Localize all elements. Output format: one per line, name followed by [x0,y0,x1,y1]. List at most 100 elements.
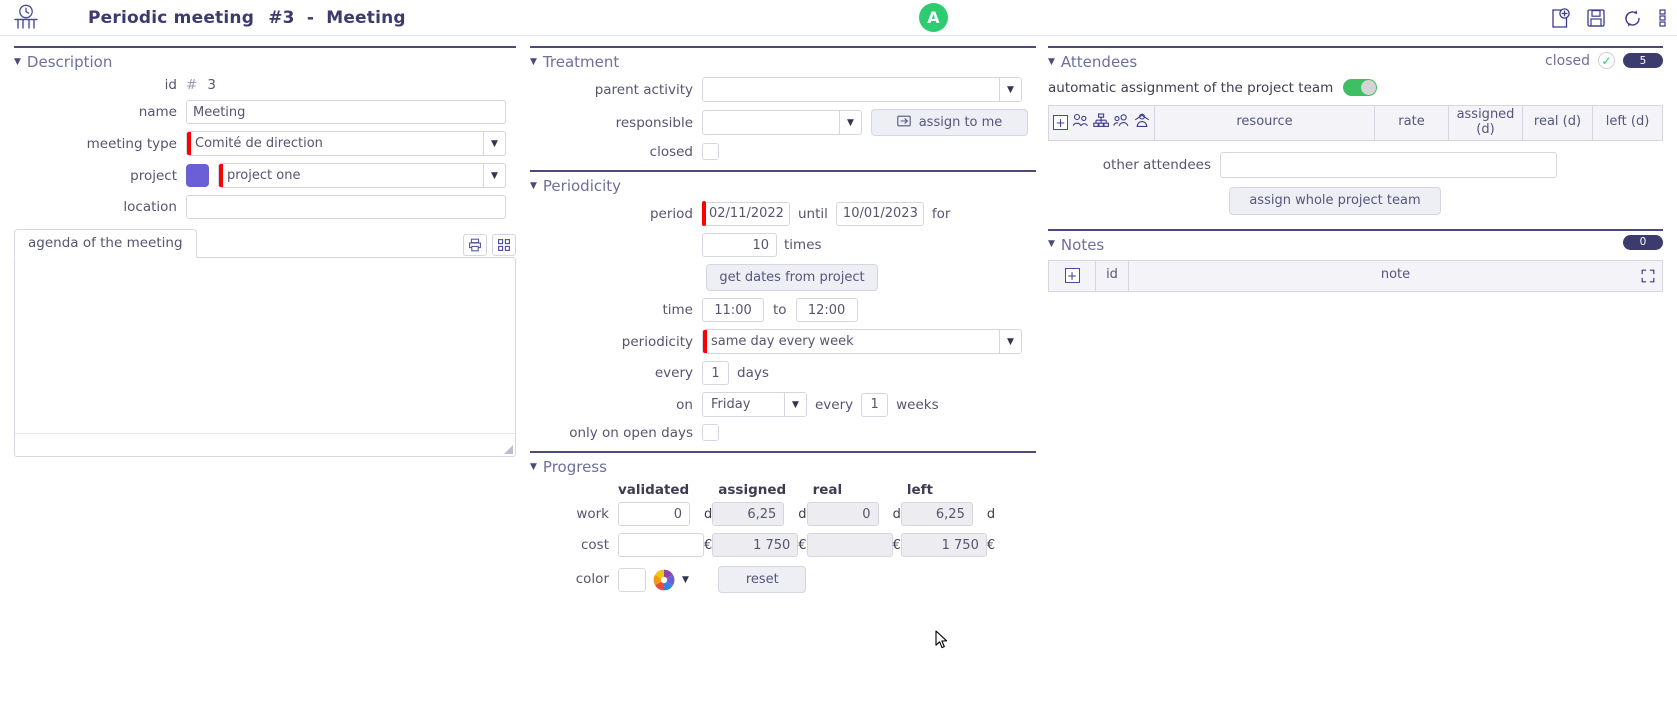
users-group-icon[interactable] [1072,113,1089,133]
field-row-id: id # 3 [14,77,516,93]
notes-table: + id note [1048,259,1663,292]
color-label: color [575,570,609,587]
times-input[interactable] [702,233,777,257]
notes-add-cell: + [1048,259,1096,292]
project-select[interactable]: project one ▼ [218,163,506,188]
avatar[interactable]: A [919,3,948,32]
section-title: Attendees [1060,53,1138,71]
new-document-icon[interactable] [1550,7,1570,29]
color-input[interactable] [618,567,646,592]
resource-crane-icon[interactable] [1134,113,1150,133]
on-day-value: Friday [711,397,751,412]
section-header-notes[interactable]: ▼ Notes 0 [1048,231,1663,260]
meeting-type-select[interactable]: Comité de direction ▼ [186,131,506,156]
collapse-caret-icon[interactable]: ▼ [530,57,537,67]
time-label: time [662,302,693,318]
more-menu-icon[interactable] [1659,8,1667,28]
section-header-treatment[interactable]: ▼ Treatment [530,48,1036,77]
cost-assigned-input [712,533,799,557]
field-row-parent-activity: parent activity ▼ [530,77,1036,102]
field-row-open-days: only on open days [530,424,1036,441]
chevron-down-icon[interactable]: ▼ [784,393,806,416]
assign-whole-project-team-button[interactable]: assign whole project team [1229,186,1441,215]
periodicity-label: periodicity [621,333,693,350]
time-from-input[interactable] [702,298,764,322]
section-header-attendees[interactable]: ▼ Attendees closed ✓ 5 [1048,48,1663,77]
work-real-input [806,502,879,526]
refresh-icon[interactable] [1622,8,1643,29]
toggle-knob [1361,80,1377,95]
add-row-icon[interactable]: + [1053,115,1068,131]
section-header-progress[interactable]: ▼ Progress [530,453,1036,482]
other-attendees-input[interactable] [1220,151,1557,178]
collapse-caret-icon[interactable]: ▼ [1048,240,1055,249]
other-attendees-label: other attendees [1102,156,1211,173]
org-chart-icon[interactable] [1093,113,1109,133]
section-header-description[interactable]: ▼ Description [14,48,516,77]
work-validated-input[interactable] [618,502,690,526]
chevron-down-icon[interactable]: ▼ [999,78,1021,101]
periodicity-select[interactable]: same day every week ▼ [702,329,1022,354]
collapse-caret-icon[interactable]: ▼ [530,181,537,191]
tab-agenda-of-the-meeting[interactable]: agenda of the meeting [14,229,197,258]
progress-row-work: work d d d d [530,502,995,533]
chevron-down-icon[interactable]: ▼ [682,575,689,585]
time-to-input[interactable] [795,298,858,322]
for-label: for [931,205,951,222]
chevron-down-icon[interactable]: ▼ [839,111,861,134]
agenda-tabbar: agenda of the meeting [14,229,516,258]
agenda-textarea[interactable] [14,257,516,457]
column-description: ▼ Description id # 3 name meeting type [0,36,530,719]
expand-fullscreen-icon[interactable] [1641,269,1655,288]
every-days-input[interactable] [702,361,729,385]
every-weeks-input[interactable] [861,392,889,417]
field-row-other-attendees: other attendees [1048,151,1663,178]
cost-label: cost [580,537,609,553]
required-indicator [702,201,706,226]
add-row-icon[interactable]: + [1064,268,1080,284]
chevron-down-icon[interactable]: ▼ [483,164,505,187]
responsible-select[interactable]: ▼ [702,110,862,135]
notes-count-badge: 0 [1623,234,1663,250]
project-color-swatch[interactable] [186,164,209,187]
progress-row-cost: cost € € € € [530,533,995,564]
section-treatment: ▼ Treatment parent activity ▼ responsibl… [530,46,1036,160]
color-wheel-icon[interactable] [653,569,675,591]
agenda-tab-label: agenda of the meeting [28,235,183,251]
auto-assign-toggle[interactable] [1343,79,1378,96]
reset-button[interactable]: reset [718,566,807,593]
collapse-caret-icon[interactable]: ▼ [530,462,537,472]
resize-grip-icon[interactable] [504,445,513,454]
every-days-label: every [654,365,693,381]
note-header-label: note [1380,267,1411,283]
period-from-input[interactable] [702,201,790,226]
closed-checkbox[interactable] [702,143,719,160]
check-icon[interactable]: ✓ [1598,52,1615,69]
print-icon[interactable] [463,234,487,256]
parent-activity-select[interactable]: ▼ [702,77,1022,102]
until-label: until [798,205,828,222]
auto-assign-label: automatic assignment of the project team [1048,79,1334,96]
user-team-icon[interactable] [1113,113,1130,133]
required-indicator [219,164,223,187]
on-day-select[interactable]: Friday ▼ [702,392,807,417]
column-attendees: ▼ Attendees closed ✓ 5 automatic assignm… [1048,36,1677,719]
period-to-input[interactable] [835,201,924,226]
collapse-caret-icon[interactable]: ▼ [1048,57,1055,67]
name-input[interactable] [186,100,506,124]
assign-to-me-button[interactable]: assign to me [871,109,1028,136]
attendees-count-badge: 5 [1623,53,1663,68]
chevron-down-icon[interactable]: ▼ [483,132,505,155]
location-input[interactable] [186,195,506,219]
chevron-down-icon[interactable]: ▼ [999,330,1021,353]
save-icon[interactable] [1586,8,1606,28]
reset-label: reset [745,572,779,587]
cost-validated-input[interactable] [618,533,704,557]
get-dates-from-project-button[interactable]: get dates from project [706,264,878,291]
assign-to-me-label: assign to me [918,115,1003,130]
collapse-caret-icon[interactable]: ▼ [14,57,21,67]
open-days-checkbox[interactable] [702,424,719,441]
column-header-id: id [1095,259,1129,292]
section-header-periodicity[interactable]: ▼ Periodicity [530,172,1036,201]
fullscreen-grid-icon[interactable] [492,234,516,256]
